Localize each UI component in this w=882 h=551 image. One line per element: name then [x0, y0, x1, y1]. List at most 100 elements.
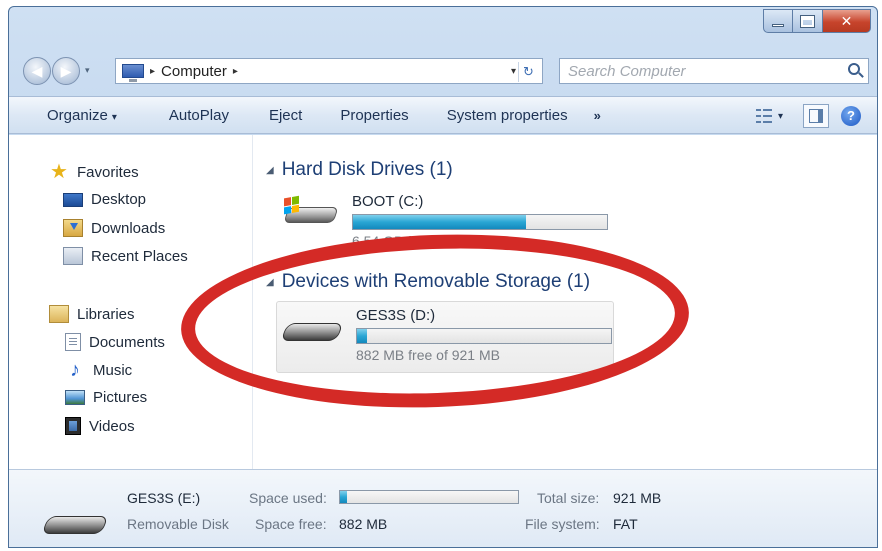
group-title: Devices with Removable Storage (1) [281, 271, 591, 292]
minimize-icon [772, 23, 784, 27]
computer-icon [122, 64, 144, 82]
pictures-icon [65, 390, 85, 405]
sidebar-item-label: Pictures [93, 389, 148, 406]
details-drive-type: Removable Disk [127, 516, 229, 532]
drive-usage-fill [353, 215, 526, 229]
organize-label: Organize [47, 106, 108, 124]
space-used-label: Space used: [249, 490, 327, 506]
sidebar-item-libraries[interactable]: Libraries [49, 305, 135, 323]
drive-boot-c[interactable]: BOOT (C:) 6.54 GB free of 20.2 GB [282, 193, 608, 249]
details-pane: GES3S (E:) Removable Disk Space used: Sp… [9, 469, 877, 547]
sidebar-item-recent-places[interactable]: Recent Places [63, 247, 188, 265]
command-bar: Organize ▾ AutoPlay Eject Properties Syst… [9, 96, 877, 134]
sidebar-item-label: Music [93, 361, 133, 379]
change-view-icon[interactable] [755, 108, 772, 124]
close-icon: ✕ [840, 12, 853, 29]
space-free-label: Space free: [255, 516, 327, 532]
explorer-window: ✕ ◀ ▶ ▾ ▸ Computer ▸ ▾ ↻ Organize▾ AutoP… [8, 6, 878, 548]
collapse-icon: ◢ [266, 164, 274, 176]
caption-buttons: ✕ [763, 9, 871, 33]
drive-name: GES3S (D:) [356, 307, 436, 324]
refresh-icon[interactable]: ↻ [518, 62, 538, 82]
star-icon: ★ [50, 161, 68, 183]
details-drive-name: GES3S (E:) [127, 490, 201, 506]
drive-name: BOOT (C:) [352, 193, 424, 210]
sidebar-item-label: Libraries [77, 305, 135, 323]
sidebar-item-label: Downloads [91, 219, 166, 237]
content-area: ★ Favorites Desktop Downloads Recent Pla… [9, 135, 877, 469]
navigation-row: ◀ ▶ ▾ ▸ Computer ▸ ▾ ↻ [9, 53, 877, 89]
hard-drive-icon [282, 193, 340, 227]
close-button[interactable]: ✕ [823, 9, 871, 33]
eject-button[interactable]: Eject [259, 107, 312, 124]
minimize-button[interactable] [763, 9, 793, 33]
address-dropdown[interactable]: ▾ [511, 66, 516, 77]
usb-drive-icon [41, 500, 113, 540]
total-size-value: 921 MB [613, 490, 662, 506]
more-commands-button[interactable]: » [584, 108, 611, 123]
help-button[interactable]: ? [841, 106, 861, 126]
sidebar-item-label: Favorites [77, 163, 139, 181]
address-bar[interactable]: ▸ Computer ▸ ▾ ↻ [115, 58, 543, 84]
sidebar-item-documents[interactable]: Documents [65, 333, 165, 351]
total-size-label: Total size: [537, 490, 600, 506]
recent-pages-dropdown[interactable]: ▾ [85, 65, 90, 76]
system-properties-button[interactable]: System properties [437, 107, 578, 124]
music-icon: ♪ [70, 359, 80, 381]
search-icon[interactable] [848, 63, 860, 75]
drive-usage-bar [356, 328, 612, 344]
group-header-removable-storage[interactable]: ◢ Devices with Removable Storage (1) [266, 271, 590, 293]
sidebar-item-downloads[interactable]: Downloads [63, 219, 165, 237]
breadcrumb-separator[interactable]: ▸ [150, 66, 155, 77]
sidebar-item-favorites[interactable]: ★ Favorites [49, 161, 139, 183]
organize-button[interactable]: Organize ▾ [37, 107, 127, 124]
sidebar-item-label: Desktop [91, 191, 147, 208]
drive-usage-fill [357, 329, 368, 343]
file-system-label: File system: [525, 516, 600, 532]
group-title: Hard Disk Drives (1) [281, 159, 453, 180]
file-system-value: FAT [613, 516, 638, 532]
back-button[interactable]: ◀ [23, 57, 51, 85]
sidebar-item-label: Documents [89, 333, 165, 351]
group-header-hard-disk-drives[interactable]: ◢ Hard Disk Drives (1) [266, 159, 453, 181]
collapse-icon: ◢ [266, 276, 274, 288]
sidebar-item-label: Recent Places [91, 247, 188, 265]
documents-icon [65, 333, 81, 351]
properties-button[interactable]: Properties [330, 107, 418, 124]
drive-free-space: 6.54 GB free of 20.2 GB [352, 233, 503, 249]
drive-ges3s-d[interactable]: GES3S (D:) 882 MB free of 921 MB [280, 307, 612, 363]
sidebar-item-desktop[interactable]: Desktop [63, 191, 146, 208]
usb-drive-icon [280, 307, 346, 347]
search-box[interactable] [559, 58, 869, 84]
breadcrumb-separator-trailing[interactable]: ▸ [233, 66, 238, 77]
forward-button[interactable]: ▶ [52, 57, 80, 85]
search-input[interactable] [568, 62, 838, 80]
maximize-button[interactable] [793, 9, 823, 33]
autoplay-button[interactable]: AutoPlay [159, 107, 239, 124]
space-used-fill [340, 491, 348, 503]
breadcrumb-computer[interactable]: Computer [161, 63, 227, 80]
sidebar-item-videos[interactable]: Videos [65, 417, 135, 435]
preview-pane-button[interactable] [803, 104, 829, 128]
sidebar-item-pictures[interactable]: Pictures [65, 389, 147, 406]
libraries-icon [49, 305, 69, 323]
toolbar-right: ▾ ? [755, 104, 861, 128]
drive-usage-bar [352, 214, 608, 230]
navigation-pane: ★ Favorites Desktop Downloads Recent Pla… [9, 135, 253, 469]
downloads-icon [63, 219, 83, 237]
drive-free-space: 882 MB free of 921 MB [356, 347, 500, 363]
forward-arrow-icon: ▶ [60, 62, 72, 79]
maximize-icon [800, 14, 815, 28]
drives-pane: ◢ Hard Disk Drives (1) BOOT (C:) 6.54 GB… [254, 135, 877, 469]
desktop-icon [63, 192, 83, 207]
views-dropdown[interactable]: ▾ [778, 111, 783, 122]
videos-icon [65, 417, 81, 435]
chevron-down-icon: ▾ [111, 111, 117, 123]
recent-places-icon [63, 247, 83, 265]
back-arrow-icon: ◀ [31, 62, 43, 79]
space-free-value: 882 MB [339, 516, 388, 532]
preview-pane-icon [809, 109, 823, 123]
windows-logo-icon [284, 195, 300, 215]
sidebar-item-label: Videos [89, 417, 135, 435]
sidebar-item-music[interactable]: ♪ Music [65, 359, 133, 381]
